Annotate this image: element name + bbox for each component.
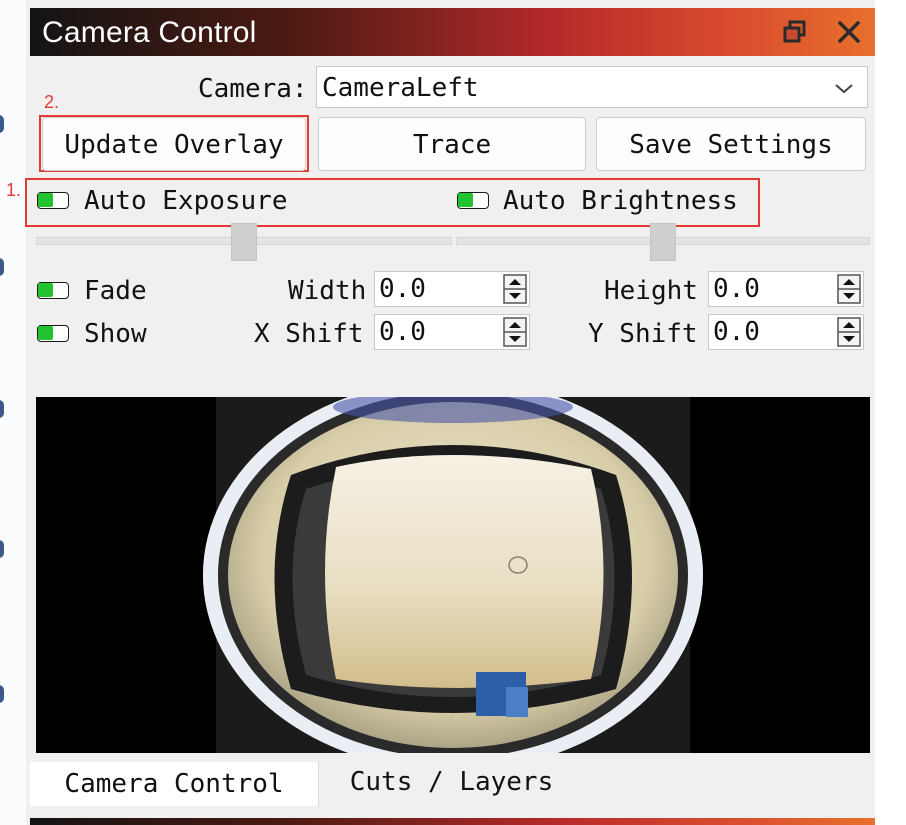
- tab-cuts-layers[interactable]: Cuts / Layers: [318, 762, 584, 806]
- y-shift-spinbox[interactable]: 0.0: [708, 314, 864, 350]
- fisheye-camera-image: [203, 397, 703, 753]
- show-toggle[interactable]: [37, 325, 69, 342]
- y-shift-value[interactable]: 0.0: [713, 317, 760, 347]
- brightness-slider-handle[interactable]: [650, 223, 676, 261]
- window-title: Camera Control: [42, 16, 257, 49]
- spin-arrows-icon[interactable]: [503, 317, 527, 347]
- strip-marker: [0, 400, 4, 418]
- x-shift-value[interactable]: 0.0: [379, 317, 426, 347]
- trace-button[interactable]: Trace: [318, 117, 586, 171]
- close-icon[interactable]: [835, 18, 863, 46]
- height-label: Height: [604, 276, 698, 306]
- annotation-number-2: 2.: [44, 92, 60, 112]
- camera-select-value: CameraLeft: [322, 73, 479, 103]
- fade-toggle[interactable]: [37, 282, 69, 299]
- tab-camera-control[interactable]: Camera Control: [30, 762, 318, 806]
- width-spinbox[interactable]: 0.0: [374, 271, 530, 307]
- strip-marker: [0, 115, 4, 133]
- fade-label: Fade: [84, 276, 147, 306]
- y-shift-label: Y Shift: [588, 319, 698, 349]
- strip-marker: [0, 540, 4, 558]
- camera-preview: [36, 397, 870, 753]
- host-window-strip: [0, 0, 26, 825]
- exposure-slider-handle[interactable]: [231, 223, 257, 261]
- auto-brightness-label: Auto Brightness: [503, 186, 738, 216]
- camera-select[interactable]: CameraLeft: [316, 66, 868, 108]
- width-value[interactable]: 0.0: [379, 274, 426, 304]
- bottom-window-bar: [30, 818, 875, 825]
- strip-marker: [0, 258, 4, 276]
- restore-window-icon[interactable]: [782, 18, 810, 46]
- height-spinbox[interactable]: 0.0: [708, 271, 864, 307]
- update-overlay-button[interactable]: Update Overlay: [42, 117, 306, 171]
- camera-label: Camera:: [198, 74, 308, 104]
- auto-exposure-label: Auto Exposure: [84, 186, 288, 216]
- height-value[interactable]: 0.0: [713, 274, 760, 304]
- auto-exposure-toggle[interactable]: [37, 192, 69, 209]
- window-titlebar[interactable]: Camera Control: [30, 8, 875, 56]
- spin-arrows-icon[interactable]: [503, 274, 527, 304]
- chevron-down-icon[interactable]: [833, 78, 855, 98]
- x-shift-spinbox[interactable]: 0.0: [374, 314, 530, 350]
- save-settings-button[interactable]: Save Settings: [596, 117, 866, 171]
- show-label: Show: [84, 319, 147, 349]
- annotation-number-1: 1.: [6, 180, 22, 200]
- auto-brightness-toggle[interactable]: [457, 192, 489, 209]
- strip-marker: [0, 685, 4, 703]
- panel-right-edge: [875, 0, 906, 825]
- x-shift-label: X Shift: [254, 319, 364, 349]
- width-label: Width: [288, 276, 367, 306]
- spin-arrows-icon[interactable]: [837, 274, 861, 304]
- spin-arrows-icon[interactable]: [837, 317, 861, 347]
